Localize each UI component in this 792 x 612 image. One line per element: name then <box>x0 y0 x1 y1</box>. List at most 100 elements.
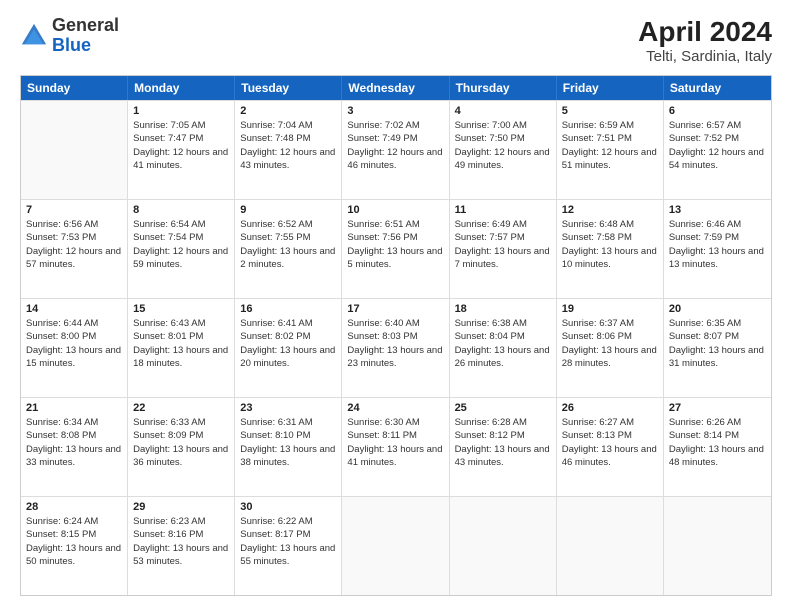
day-number: 30 <box>240 501 336 513</box>
cell-info: Sunrise: 6:44 AM Sunset: 8:00 PM Dayligh… <box>26 317 122 370</box>
calendar-cell: 17Sunrise: 6:40 AM Sunset: 8:03 PM Dayli… <box>342 299 449 397</box>
cell-info: Sunrise: 6:37 AM Sunset: 8:06 PM Dayligh… <box>562 317 658 370</box>
day-number: 18 <box>455 303 551 315</box>
day-number: 27 <box>669 402 766 414</box>
day-number: 9 <box>240 204 336 216</box>
day-number: 10 <box>347 204 443 216</box>
calendar-header-cell: Saturday <box>664 76 771 100</box>
cell-info: Sunrise: 6:52 AM Sunset: 7:55 PM Dayligh… <box>240 218 336 271</box>
cell-info: Sunrise: 7:04 AM Sunset: 7:48 PM Dayligh… <box>240 119 336 172</box>
calendar-header-cell: Monday <box>128 76 235 100</box>
cell-info: Sunrise: 6:23 AM Sunset: 8:16 PM Dayligh… <box>133 515 229 568</box>
calendar-cell <box>664 497 771 595</box>
day-number: 22 <box>133 402 229 414</box>
calendar-header-cell: Sunday <box>21 76 128 100</box>
calendar-cell: 2 Sunrise: 7:04 AM Sunset: 7:48 PM Daylig… <box>235 101 342 199</box>
cell-info: Sunrise: 6:46 AM Sunset: 7:59 PM Dayligh… <box>669 218 766 271</box>
page-title: April 2024 <box>638 16 772 48</box>
calendar-cell: 16 Sunrise: 6:41 AM Sunset: 8:02 PM Dayli… <box>235 299 342 397</box>
page-subtitle: Telti, Sardinia, Italy <box>638 48 772 65</box>
calendar-cell: 9 Sunrise: 6:52 AM Sunset: 7:55 PM Daylig… <box>235 200 342 298</box>
cell-info: Sunrise: 6:56 AM Sunset: 7:53 PM Dayligh… <box>26 218 122 271</box>
calendar-cell <box>342 497 449 595</box>
calendar-cell: 18 Sunrise: 6:38 AM Sunset: 8:04 PM Dayli… <box>450 299 557 397</box>
day-number: 8 <box>133 204 229 216</box>
calendar-cell: 14 Sunrise: 6:44 AM Sunset: 8:00 PM Dayli… <box>21 299 128 397</box>
cell-info: Sunrise: 7:02 AM Sunset: 7:49 PM Dayligh… <box>347 119 443 172</box>
day-number: 7 <box>26 204 122 216</box>
cell-info: Sunrise: 7:05 AM Sunset: 7:47 PM Dayligh… <box>133 119 229 172</box>
logo-icon <box>20 22 48 50</box>
logo: General Blue <box>20 16 119 56</box>
calendar-row: 1Sunrise: 7:05 AM Sunset: 7:47 PM Daylig… <box>21 100 771 199</box>
calendar-cell: 1Sunrise: 7:05 AM Sunset: 7:47 PM Daylig… <box>128 101 235 199</box>
cell-info: Sunrise: 6:27 AM Sunset: 8:13 PM Dayligh… <box>562 416 658 469</box>
day-number: 21 <box>26 402 122 414</box>
day-number: 12 <box>562 204 658 216</box>
calendar-cell: 13 Sunrise: 6:46 AM Sunset: 7:59 PM Dayli… <box>664 200 771 298</box>
calendar-cell: 28 Sunrise: 6:24 AM Sunset: 8:15 PM Dayli… <box>21 497 128 595</box>
day-number: 28 <box>26 501 122 513</box>
cell-info: Sunrise: 7:00 AM Sunset: 7:50 PM Dayligh… <box>455 119 551 172</box>
logo-blue: Blue <box>52 35 91 55</box>
calendar-cell: 25Sunrise: 6:28 AM Sunset: 8:12 PM Dayli… <box>450 398 557 496</box>
cell-info: Sunrise: 6:34 AM Sunset: 8:08 PM Dayligh… <box>26 416 122 469</box>
day-number: 14 <box>26 303 122 315</box>
calendar-cell: 7 Sunrise: 6:56 AM Sunset: 7:53 PM Daylig… <box>21 200 128 298</box>
calendar-cell: 26Sunrise: 6:27 AM Sunset: 8:13 PM Dayli… <box>557 398 664 496</box>
title-block: April 2024 Telti, Sardinia, Italy <box>638 16 772 65</box>
logo-text: General Blue <box>52 16 119 56</box>
calendar-cell: 20 Sunrise: 6:35 AM Sunset: 8:07 PM Dayli… <box>664 299 771 397</box>
cell-info: Sunrise: 6:35 AM Sunset: 8:07 PM Dayligh… <box>669 317 766 370</box>
cell-info: Sunrise: 6:48 AM Sunset: 7:58 PM Dayligh… <box>562 218 658 271</box>
page: General Blue April 2024 Telti, Sardinia,… <box>0 0 792 612</box>
calendar-header-cell: Wednesday <box>342 76 449 100</box>
cell-info: Sunrise: 6:49 AM Sunset: 7:57 PM Dayligh… <box>455 218 551 271</box>
cell-info: Sunrise: 6:38 AM Sunset: 8:04 PM Dayligh… <box>455 317 551 370</box>
calendar-cell: 10 Sunrise: 6:51 AM Sunset: 7:56 PM Dayli… <box>342 200 449 298</box>
calendar-cell: 19 Sunrise: 6:37 AM Sunset: 8:06 PM Dayli… <box>557 299 664 397</box>
cell-info: Sunrise: 6:31 AM Sunset: 8:10 PM Dayligh… <box>240 416 336 469</box>
calendar-cell: 6Sunrise: 6:57 AM Sunset: 7:52 PM Daylig… <box>664 101 771 199</box>
calendar-cell <box>450 497 557 595</box>
cell-info: Sunrise: 6:59 AM Sunset: 7:51 PM Dayligh… <box>562 119 658 172</box>
day-number: 25 <box>455 402 551 414</box>
day-number: 4 <box>455 105 551 117</box>
calendar-body: 1Sunrise: 7:05 AM Sunset: 7:47 PM Daylig… <box>21 100 771 595</box>
day-number: 11 <box>455 204 551 216</box>
cell-info: Sunrise: 6:51 AM Sunset: 7:56 PM Dayligh… <box>347 218 443 271</box>
cell-info: Sunrise: 6:57 AM Sunset: 7:52 PM Dayligh… <box>669 119 766 172</box>
day-number: 19 <box>562 303 658 315</box>
cell-info: Sunrise: 6:54 AM Sunset: 7:54 PM Dayligh… <box>133 218 229 271</box>
calendar-row: 7 Sunrise: 6:56 AM Sunset: 7:53 PM Daylig… <box>21 199 771 298</box>
day-number: 15 <box>133 303 229 315</box>
calendar: SundayMondayTuesdayWednesdayThursdayFrid… <box>20 75 772 596</box>
calendar-cell: 12 Sunrise: 6:48 AM Sunset: 7:58 PM Dayli… <box>557 200 664 298</box>
calendar-cell: 22 Sunrise: 6:33 AM Sunset: 8:09 PM Dayli… <box>128 398 235 496</box>
calendar-cell: 15 Sunrise: 6:43 AM Sunset: 8:01 PM Dayli… <box>128 299 235 397</box>
calendar-row: 21 Sunrise: 6:34 AM Sunset: 8:08 PM Dayli… <box>21 397 771 496</box>
calendar-cell: 23Sunrise: 6:31 AM Sunset: 8:10 PM Dayli… <box>235 398 342 496</box>
calendar-cell: 11 Sunrise: 6:49 AM Sunset: 7:57 PM Dayli… <box>450 200 557 298</box>
day-number: 2 <box>240 105 336 117</box>
calendar-cell <box>21 101 128 199</box>
day-number: 16 <box>240 303 336 315</box>
cell-info: Sunrise: 6:24 AM Sunset: 8:15 PM Dayligh… <box>26 515 122 568</box>
cell-info: Sunrise: 6:33 AM Sunset: 8:09 PM Dayligh… <box>133 416 229 469</box>
day-number: 29 <box>133 501 229 513</box>
calendar-row: 28 Sunrise: 6:24 AM Sunset: 8:15 PM Dayli… <box>21 496 771 595</box>
day-number: 20 <box>669 303 766 315</box>
cell-info: Sunrise: 6:40 AM Sunset: 8:03 PM Dayligh… <box>347 317 443 370</box>
calendar-cell: 5Sunrise: 6:59 AM Sunset: 7:51 PM Daylig… <box>557 101 664 199</box>
calendar-header-cell: Thursday <box>450 76 557 100</box>
calendar-header: SundayMondayTuesdayWednesdayThursdayFrid… <box>21 76 771 100</box>
calendar-header-cell: Friday <box>557 76 664 100</box>
cell-info: Sunrise: 6:43 AM Sunset: 8:01 PM Dayligh… <box>133 317 229 370</box>
cell-info: Sunrise: 6:41 AM Sunset: 8:02 PM Dayligh… <box>240 317 336 370</box>
calendar-cell: 27Sunrise: 6:26 AM Sunset: 8:14 PM Dayli… <box>664 398 771 496</box>
day-number: 13 <box>669 204 766 216</box>
calendar-cell: 8 Sunrise: 6:54 AM Sunset: 7:54 PM Daylig… <box>128 200 235 298</box>
calendar-cell <box>557 497 664 595</box>
calendar-cell: 29 Sunrise: 6:23 AM Sunset: 8:16 PM Dayli… <box>128 497 235 595</box>
calendar-cell: 3Sunrise: 7:02 AM Sunset: 7:49 PM Daylig… <box>342 101 449 199</box>
